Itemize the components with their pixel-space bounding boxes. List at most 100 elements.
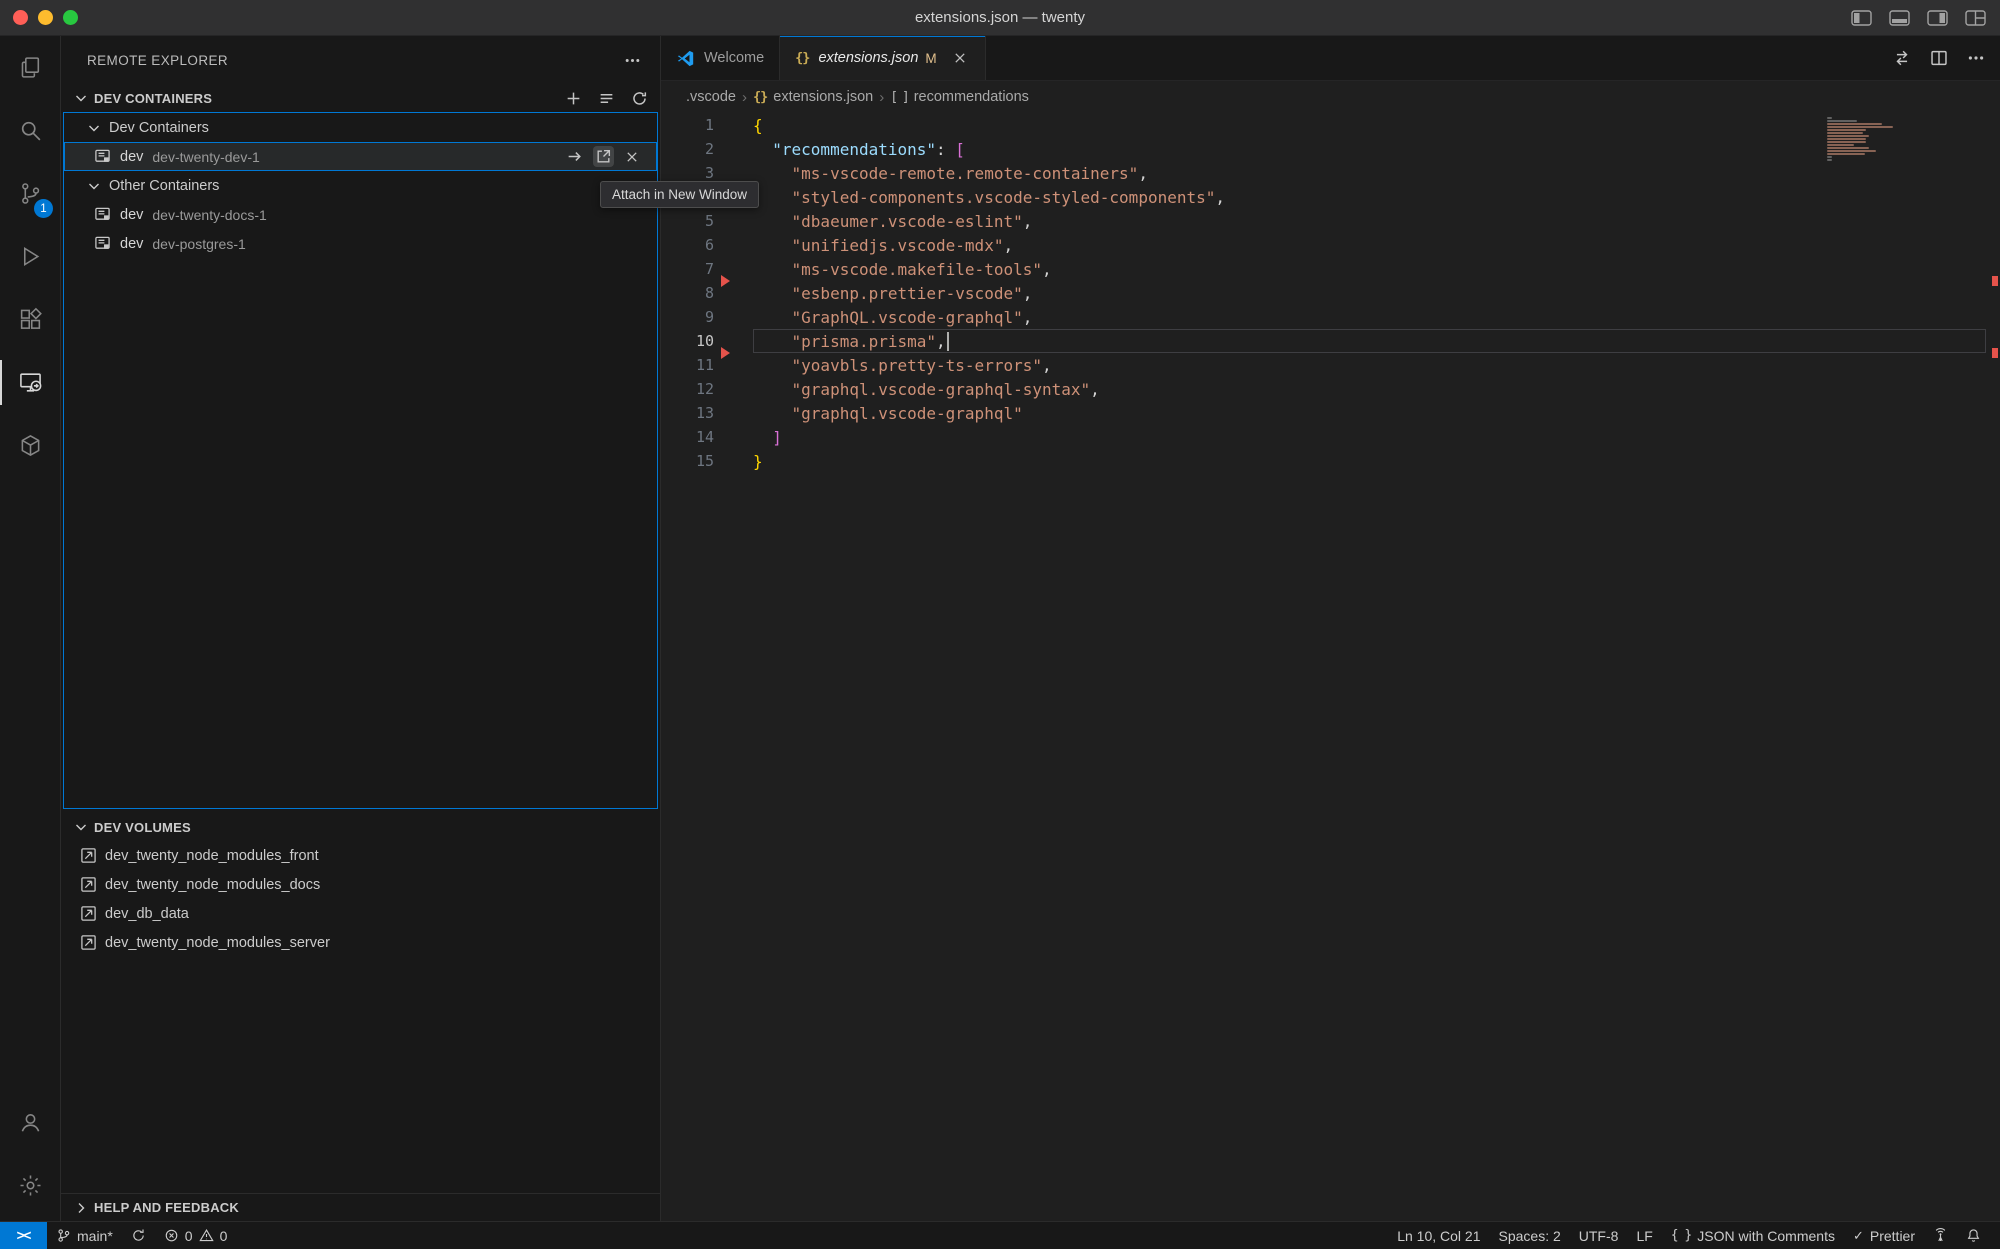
remote-explorer-icon[interactable]: [0, 351, 60, 414]
dev-volume-item[interactable]: dev_db_data: [61, 899, 660, 928]
help-and-feedback-section[interactable]: HELP AND FEEDBACK: [61, 1193, 660, 1221]
minimap[interactable]: [1827, 117, 1937, 162]
code-token: "recommendations": [772, 140, 936, 159]
attach-new-window-icon[interactable]: [593, 146, 614, 167]
container-description: dev-postgres-1: [152, 236, 245, 252]
code-line-3[interactable]: 3 "ms-vscode-remote.remote-containers",: [661, 161, 2000, 185]
attach-current-window-icon[interactable]: [564, 146, 585, 167]
add-dev-container-icon[interactable]: [563, 88, 584, 109]
code-line-4[interactable]: 4 "styled-components.vscode-styled-compo…: [661, 185, 2000, 209]
chevron-down-icon: [86, 178, 102, 194]
tab-bar-actions: [1891, 36, 1987, 80]
code-token: ,: [1003, 236, 1013, 255]
activity-bar-items: 1: [0, 36, 60, 477]
dev-volumes-section-header[interactable]: DEV VOLUMES: [61, 813, 660, 841]
code-line-13[interactable]: 13 "graphql.vscode-graphql": [661, 401, 2000, 425]
toggle-primary-sidebar-icon[interactable]: [1851, 10, 1872, 26]
container-details-icon[interactable]: [596, 88, 617, 109]
code-line-2[interactable]: 2 "recommendations": [: [661, 137, 2000, 161]
zoom-window-button[interactable]: [63, 10, 78, 25]
code-line-14[interactable]: 14 ]: [661, 425, 2000, 449]
tree-group-row[interactable]: Dev Containers: [64, 113, 657, 142]
tab-extensions-json[interactable]: {}extensions.jsonM: [780, 36, 985, 80]
code-line-10[interactable]: 10 "prisma.prisma",: [661, 329, 2000, 353]
code-line-15[interactable]: 15}: [661, 449, 2000, 473]
code-token: "esbenp.prettier-vscode": [792, 284, 1023, 303]
code-line-7[interactable]: 7 "ms-vscode.makefile-tools",: [661, 257, 2000, 281]
status-eol[interactable]: LF: [1627, 1222, 1661, 1249]
more-actions-icon[interactable]: [1965, 47, 1987, 69]
tree-group-row[interactable]: Other Containers: [64, 171, 657, 200]
dev-containers-section-header[interactable]: DEV CONTAINERS: [61, 84, 660, 112]
status-cursor-position[interactable]: Ln 10, Col 21: [1388, 1222, 1489, 1249]
minimap-line: [1827, 159, 1832, 161]
accounts-icon[interactable]: [0, 1091, 60, 1154]
dev-volume-item[interactable]: dev_twenty_node_modules_docs: [61, 870, 660, 899]
minimap-line: [1827, 150, 1876, 152]
status-formatter[interactable]: ✓ Prettier: [1844, 1222, 1924, 1249]
close-tab-icon[interactable]: [950, 48, 970, 68]
text-cursor: [947, 332, 949, 351]
search-icon[interactable]: [0, 99, 60, 162]
minimap-line: [1827, 126, 1893, 128]
customize-layout-icon[interactable]: [1965, 10, 1986, 26]
git-deleted-lines-marker[interactable]: [721, 347, 730, 359]
refresh-icon[interactable]: [629, 88, 650, 109]
status-problems[interactable]: 0 0: [155, 1222, 237, 1249]
code-editor[interactable]: 1{2 "recommendations": [3 "ms-vscode-rem…: [661, 113, 2000, 1221]
status-branch[interactable]: main*: [47, 1222, 122, 1249]
extensions-icon[interactable]: [0, 288, 60, 351]
code-line-1[interactable]: 1{: [661, 113, 2000, 137]
open-changes-icon[interactable]: [1891, 47, 1913, 69]
git-deleted-lines-marker[interactable]: [721, 275, 730, 287]
titlebar-layout-controls: [1851, 0, 1986, 35]
status-sync-icon[interactable]: [122, 1222, 155, 1249]
dev-container-icon: [94, 206, 111, 223]
code-line-8[interactable]: 8 "esbenp.prettier-vscode",: [661, 281, 2000, 305]
code-token: ,: [1138, 164, 1148, 183]
json-file-icon: {}: [795, 50, 809, 66]
toggle-panel-icon[interactable]: [1889, 10, 1910, 26]
code-token: [753, 356, 792, 375]
status-indentation[interactable]: Spaces: 2: [1490, 1222, 1570, 1249]
manage-icon[interactable]: [0, 1154, 60, 1217]
run-debug-icon[interactable]: [0, 225, 60, 288]
source-control-icon[interactable]: 1: [0, 162, 60, 225]
toggle-secondary-sidebar-icon[interactable]: [1927, 10, 1948, 26]
code-line-11[interactable]: 11 "yoavbls.pretty-ts-errors",: [661, 353, 2000, 377]
dev-volume-item[interactable]: dev_twenty_node_modules_front: [61, 841, 660, 870]
breadcrumb-item[interactable]: {}extensions.json: [753, 89, 873, 105]
tab-welcome[interactable]: Welcome: [661, 36, 780, 80]
status-encoding[interactable]: UTF-8: [1570, 1222, 1628, 1249]
code-line-5[interactable]: 5 "dbaeumer.vscode-eslint",: [661, 209, 2000, 233]
code-line-6[interactable]: 6 "unifiedjs.vscode-mdx",: [661, 233, 2000, 257]
code-token: "graphql.vscode-graphql": [792, 404, 1023, 423]
minimize-window-button[interactable]: [38, 10, 53, 25]
container-name: dev: [120, 149, 143, 165]
stop-container-icon[interactable]: [622, 147, 642, 167]
container-item[interactable]: devdev-twenty-dev-1: [64, 142, 657, 171]
split-editor-icon[interactable]: [1928, 47, 1950, 69]
container-item[interactable]: devdev-postgres-1: [64, 229, 657, 258]
notifications-bell-icon[interactable]: [1957, 1222, 1990, 1249]
line-content: "yoavbls.pretty-ts-errors",: [753, 353, 1986, 377]
status-language[interactable]: { } JSON with Comments: [1662, 1222, 1844, 1249]
close-window-button[interactable]: [13, 10, 28, 25]
breadcrumb-item[interactable]: [ ]recommendations: [890, 89, 1029, 105]
status-bar: >< main* 0 0: [0, 1221, 2000, 1249]
code-line-9[interactable]: 9 "GraphQL.vscode-graphql",: [661, 305, 2000, 329]
container-item[interactable]: devdev-twenty-docs-1: [64, 200, 657, 229]
remote-indicator[interactable]: ><: [0, 1222, 47, 1249]
code-line-12[interactable]: 12 "graphql.vscode-graphql-syntax",: [661, 377, 2000, 401]
line-content: ]: [753, 425, 1986, 449]
containers-icon[interactable]: [0, 414, 60, 477]
dev-volume-item[interactable]: dev_twenty_node_modules_server: [61, 928, 660, 957]
code-token: [753, 164, 792, 183]
status-feedback-icon[interactable]: [1924, 1222, 1957, 1249]
more-actions-icon[interactable]: [621, 49, 644, 72]
explorer-icon[interactable]: [0, 36, 60, 99]
section-label: DEV CONTAINERS: [94, 91, 212, 106]
volume-icon: [80, 876, 97, 893]
minimap-line: [1827, 141, 1866, 143]
breadcrumb-item[interactable]: .vscode: [686, 89, 736, 105]
